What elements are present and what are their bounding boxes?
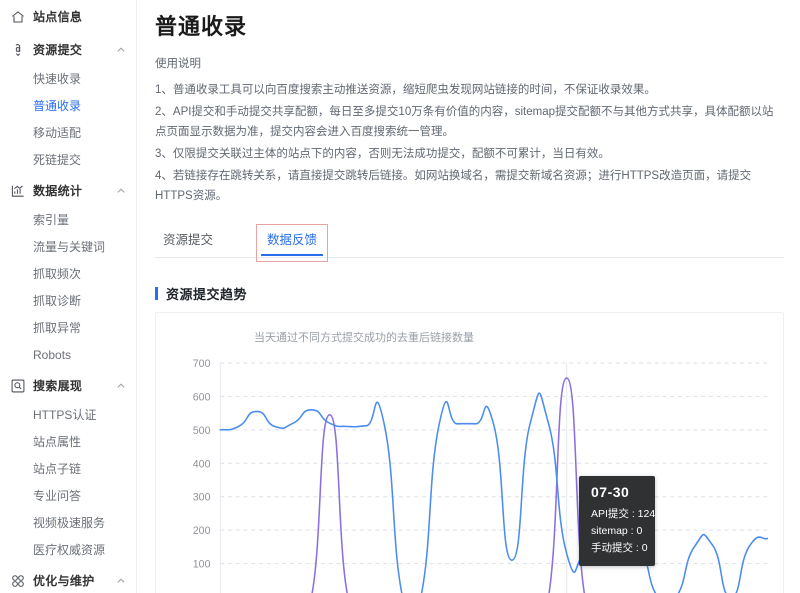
tooltip-row-sitemap: sitemap : 0 (591, 525, 643, 537)
card-header: 资源提交趋势 (155, 284, 784, 303)
tab-label: 数据反馈 (267, 233, 318, 247)
sidebar-item-label: 站点信息 (33, 10, 83, 24)
sidebar-item-1-5[interactable]: Robots (0, 342, 136, 369)
sidebar-item-1-0[interactable]: 索引量 (0, 207, 136, 234)
sidebar-group-header-2[interactable]: 搜索展现 (0, 369, 136, 402)
tab-bar: 资源提交 数据反馈 (155, 224, 784, 262)
chart-area[interactable]: 010020030040050060070007-1307-1507-1707-… (164, 349, 775, 593)
chevron-up-icon[interactable] (115, 185, 126, 196)
y-axis-tick-700: 700 (193, 358, 211, 370)
usage-note-list: 1、普通收录工具可以向百度搜索主动推送资源，缩短爬虫发现网站链接的时间，不保证收… (155, 80, 784, 206)
sidebar-item-1-4[interactable]: 抓取异常 (0, 315, 136, 342)
series-line-sitemap (311, 377, 586, 593)
submit-icon (9, 41, 26, 58)
usage-note-line-3: 3、仅限提交关联过主体的站点下的内容，否则无法成功提交，配额不可累计，当日有效。 (155, 148, 610, 160)
tooltip-row-manual: 手动提交 : 0 (591, 542, 648, 554)
search-square-icon (9, 377, 26, 394)
sidebar-item-2-5[interactable]: 医疗权威资源 (0, 537, 136, 564)
chart-subtitle: 当天通过不同方式提交成功的去重后链接数量 (254, 332, 474, 344)
card-accent-bar (155, 287, 158, 300)
sidebar-group-header-0[interactable]: 资源提交 (0, 33, 136, 66)
sidebar-item-1-3[interactable]: 抓取诊断 (0, 288, 136, 315)
y-axis-tick-500: 500 (193, 425, 211, 437)
tab-label: 资源提交 (163, 233, 214, 247)
sidebar-item-1-2[interactable]: 抓取频次 (0, 261, 136, 288)
tab-active-underline (261, 254, 324, 256)
chart-tooltip: 07-30 API提交 : 124 sitemap : 0 手动提交 : 0 (579, 476, 655, 566)
chevron-up-icon[interactable] (115, 575, 126, 586)
chart-bars-icon (9, 182, 26, 199)
sidebar-group-label: 优化与维护 (33, 574, 95, 588)
usage-note-label: 使用说明 (155, 58, 201, 70)
y-axis-tick-600: 600 (193, 391, 211, 403)
sidebar-item-2-3[interactable]: 专业问答 (0, 483, 136, 510)
series-line-API提交 (219, 392, 769, 593)
usage-note-line-2: 2、API提交和手动提交共享配额，每日至多提交10万条有价值的内容，sitema… (155, 106, 774, 138)
chevron-up-icon[interactable] (115, 380, 126, 391)
tab-resource-submit[interactable]: 资源提交 (157, 229, 219, 257)
sidebar-item-0-3[interactable]: 死链提交 (0, 147, 136, 174)
sidebar-group-label: 数据统计 (33, 184, 83, 198)
card-title: 资源提交趋势 (166, 287, 248, 302)
tab-data-feedback[interactable]: 数据反馈 (256, 224, 329, 262)
wrench-knot-icon (9, 572, 26, 589)
sidebar-item-0-2[interactable]: 移动适配 (0, 120, 136, 147)
sidebar-item-2-1[interactable]: 站点属性 (0, 429, 136, 456)
sidebar-item-0-1[interactable]: 普通收录 (0, 93, 136, 120)
sidebar-group-label: 搜索展现 (33, 379, 83, 393)
chevron-up-icon[interactable] (115, 44, 126, 55)
sidebar-group-1: 数据统计索引量 流量与关键词 抓取频次 抓取诊断 抓取异常 Robots (0, 174, 136, 369)
sidebar-item-2-0[interactable]: HTTPS认证 (0, 402, 136, 429)
sidebar-groups: 资源提交快速收录 普通收录 移动适配 死链提交数据统计索引量 流量与关键词 抓取频次 抓取诊… (0, 33, 136, 593)
home-icon (9, 8, 26, 25)
usage-note-line-1: 1、普通收录工具可以向百度搜索主动推送资源，缩短爬虫发现网站链接的时间，不保证收… (155, 84, 656, 96)
tooltip-row-api: API提交 : 124 (591, 508, 656, 520)
app-root: 站点信息 资源提交 快速收录 普通收录 移动适配 死链提交 数据统计 索引量 流量与关键词 抓取… (0, 0, 800, 593)
sidebar-group-header-3[interactable]: 优化与维护 (0, 564, 136, 593)
sidebar-group-header-1[interactable]: 数据统计 (0, 174, 136, 207)
tooltip-date: 07-30 (591, 484, 630, 500)
sidebar-item-0-0[interactable]: 快速收录 (0, 66, 136, 93)
sidebar-group-label: 资源提交 (33, 43, 83, 57)
sidebar-item-2-4[interactable]: 视频极速服务 (0, 510, 136, 537)
usage-note-line-4: 4、若链接存在跳转关系，请直接提交跳转后链接。如网站换域名，需提交新域名资源；进… (155, 170, 752, 202)
chart-card: 当天通过不同方式提交成功的去重后链接数量 0100200300400500600… (155, 312, 784, 593)
y-axis-tick-300: 300 (193, 492, 211, 504)
sidebar-item-site-info[interactable]: 站点信息 (0, 0, 136, 33)
sidebar-group-2: 搜索展现 HTTPS认证 站点属性 站点子链 专业问答 视频极速服务 医疗权威资源 (0, 369, 136, 564)
y-axis-tick-100: 100 (193, 558, 211, 570)
submission-trend-chart[interactable]: 010020030040050060070007-1307-1507-1707-… (164, 349, 775, 593)
sidebar-item-1-1[interactable]: 流量与关键词 (0, 234, 136, 261)
page-title: 普通收录 (155, 14, 248, 39)
main-content: 普通收录 使用说明 1、普通收录工具可以向百度搜索主动推送资源，缩短爬虫发现网站… (137, 0, 800, 593)
y-axis-tick-400: 400 (193, 458, 211, 470)
sidebar-item-2-2[interactable]: 站点子链 (0, 456, 136, 483)
y-axis-tick-200: 200 (193, 525, 211, 537)
sidebar: 站点信息 资源提交快速收录 普通收录 移动适配 死链提交数据统计索引量 流量与关键词 抓取… (0, 0, 137, 593)
sidebar-group-3: 优化与维护闭站保护网站改版 (0, 564, 136, 593)
sidebar-group-0: 资源提交快速收录 普通收录 移动适配 死链提交 (0, 33, 136, 174)
